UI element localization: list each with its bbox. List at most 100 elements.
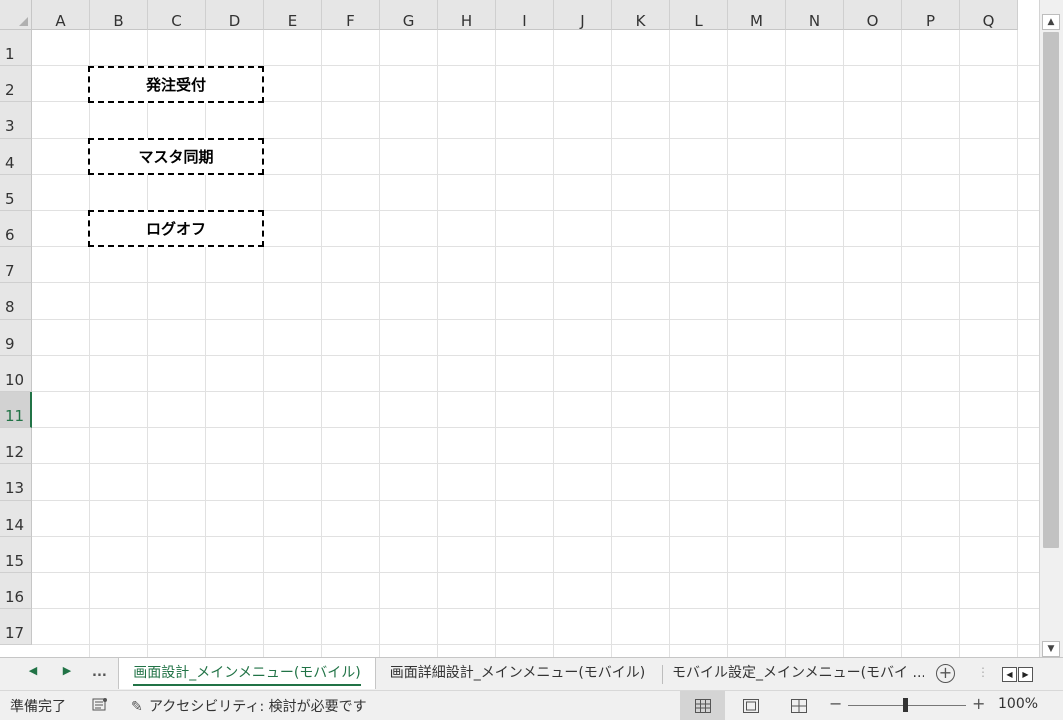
column-header[interactable]: G: [380, 0, 438, 30]
more-tabs-button[interactable]: ...: [92, 665, 107, 680]
scroll-up-icon[interactable]: ▲: [1042, 14, 1060, 30]
column-gridline: [205, 30, 206, 657]
row-header[interactable]: 16: [0, 573, 32, 610]
spreadsheet-grid[interactable]: ABCDEFGHIJKLMNOPQ 1 2 3 4 5 6 7 8 9 10 11 12 13 14 15 1…: [0, 0, 1039, 657]
column-header[interactable]: Q: [960, 0, 1018, 30]
row-header[interactable]: 5: [0, 174, 32, 211]
row-header[interactable]: 10: [0, 355, 32, 392]
column-gridline: [1017, 30, 1018, 657]
page-break-view-button[interactable]: [776, 691, 821, 720]
zoom-out-button[interactable]: −: [829, 694, 842, 713]
column-header[interactable]: O: [844, 0, 902, 30]
column-header[interactable]: F: [322, 0, 380, 30]
tab-label: モバイル設定_メインメニュー(モバイ ...: [672, 665, 924, 681]
row-header[interactable]: 15: [0, 536, 32, 573]
row-gridline: [32, 463, 1039, 465]
column-header[interactable]: M: [728, 0, 786, 30]
zoom-slider-thumb[interactable]: [903, 698, 908, 712]
column-header[interactable]: J: [554, 0, 612, 30]
logoff-button[interactable]: ログオフ: [88, 210, 264, 247]
normal-view-button[interactable]: [680, 691, 725, 720]
macro-record-icon[interactable]: [92, 697, 108, 712]
row-header[interactable]: 9: [0, 319, 32, 356]
column-gridline: [379, 30, 380, 657]
select-all-triangle-icon: [19, 17, 28, 26]
row-header[interactable]: 4: [0, 138, 32, 175]
column-gridline: [843, 30, 844, 657]
vertical-scrollbar[interactable]: ▲ ▼: [1039, 0, 1063, 657]
row-header[interactable]: 7: [0, 247, 32, 284]
row-header[interactable]: 8: [0, 283, 32, 320]
page-layout-icon: [742, 698, 759, 713]
row-gridline: [32, 282, 1039, 284]
active-tab-underline: [133, 684, 361, 686]
column-gridline: [89, 30, 90, 657]
column-header[interactable]: A: [32, 0, 90, 30]
row-header[interactable]: 11: [0, 392, 32, 429]
row-gridline: [32, 499, 1039, 501]
tab-label: 画面設計_メインメニュー(モバイル): [133, 665, 361, 681]
column-header[interactable]: E: [264, 0, 322, 30]
tab-screen-detail-design-main-menu[interactable]: 画面詳細設計_メインメニュー(モバイル): [380, 658, 655, 690]
column-header[interactable]: H: [438, 0, 496, 30]
order-receive-button[interactable]: 発注受付: [88, 66, 264, 103]
column-header[interactable]: B: [90, 0, 148, 30]
column-header[interactable]: D: [206, 0, 264, 30]
zoom-level[interactable]: 100%: [998, 696, 1038, 712]
normal-view-icon: [694, 698, 711, 713]
row-header[interactable]: 1: [0, 30, 32, 67]
tab-screen-design-main-menu[interactable]: 画面設計_メインメニュー(モバイル): [118, 658, 376, 689]
select-all-corner[interactable]: [0, 0, 32, 30]
page-break-icon: [790, 698, 807, 713]
row-header[interactable]: 17: [0, 609, 32, 646]
row-header[interactable]: 14: [0, 500, 32, 537]
row-gridline: [32, 535, 1039, 537]
row-header[interactable]: 2: [0, 66, 32, 103]
column-gridline: [553, 30, 554, 657]
column-gridline: [611, 30, 612, 657]
column-gridline: [959, 30, 960, 657]
zoom-in-button[interactable]: +: [972, 694, 985, 713]
tab-scroll-left-icon[interactable]: ◀: [25, 664, 41, 677]
sheet-tab-bar: ◀ ▶ ... 画面設計_メインメニュー(モバイル) 画面詳細設計_メインメニュ…: [0, 657, 1063, 690]
hscroll-left-icon[interactable]: ◀: [1002, 667, 1017, 682]
column-gridline: [727, 30, 728, 657]
scroll-down-icon[interactable]: ▼: [1042, 641, 1060, 657]
column-header[interactable]: N: [786, 0, 844, 30]
master-sync-button[interactable]: マスタ同期: [88, 138, 264, 175]
scroll-thumb[interactable]: [1043, 32, 1059, 548]
accessibility-status[interactable]: ✎ アクセシビリティ: 検討が必要です: [131, 696, 367, 716]
splitter-handle-icon[interactable]: ⋮: [977, 665, 989, 679]
row-header[interactable]: 6: [0, 211, 32, 248]
status-bar: 準備完了 ✎ アクセシビリティ: 検討が必要です − + 100%: [0, 690, 1063, 720]
tab-separator: [662, 665, 663, 684]
column-header[interactable]: I: [496, 0, 554, 30]
column-gridline: [321, 30, 322, 657]
column-gridline: [901, 30, 902, 657]
hscroll-right-icon[interactable]: ▶: [1018, 667, 1033, 682]
row-gridline: [32, 427, 1039, 429]
status-ready: 準備完了: [10, 699, 66, 715]
accessibility-label: アクセシビリティ: 検討が必要です: [149, 699, 367, 715]
row-gridline: [32, 354, 1039, 356]
tab-scroll-right-icon[interactable]: ▶: [59, 664, 75, 677]
tab-mobile-settings-main-menu[interactable]: モバイル設定_メインメニュー(モバイ ...: [672, 658, 924, 690]
tab-label: 画面詳細設計_メインメニュー(モバイル): [389, 665, 646, 681]
page-layout-view-button[interactable]: [728, 691, 773, 720]
row-gridline: [32, 318, 1039, 320]
row-header[interactable]: 13: [0, 464, 32, 501]
column-gridline: [785, 30, 786, 657]
row-header[interactable]: 12: [0, 428, 32, 465]
column-header[interactable]: C: [148, 0, 206, 30]
row-gridline: [32, 608, 1039, 610]
column-header[interactable]: L: [670, 0, 728, 30]
column-header[interactable]: K: [612, 0, 670, 30]
row-header[interactable]: 3: [0, 102, 32, 139]
column-header[interactable]: P: [902, 0, 960, 30]
column-gridline: [147, 30, 148, 657]
column-gridline: [495, 30, 496, 657]
column-gridline: [437, 30, 438, 657]
column-gridline: [263, 30, 264, 657]
add-sheet-button[interactable]: +: [936, 664, 955, 683]
row-gridline: [32, 644, 1039, 646]
